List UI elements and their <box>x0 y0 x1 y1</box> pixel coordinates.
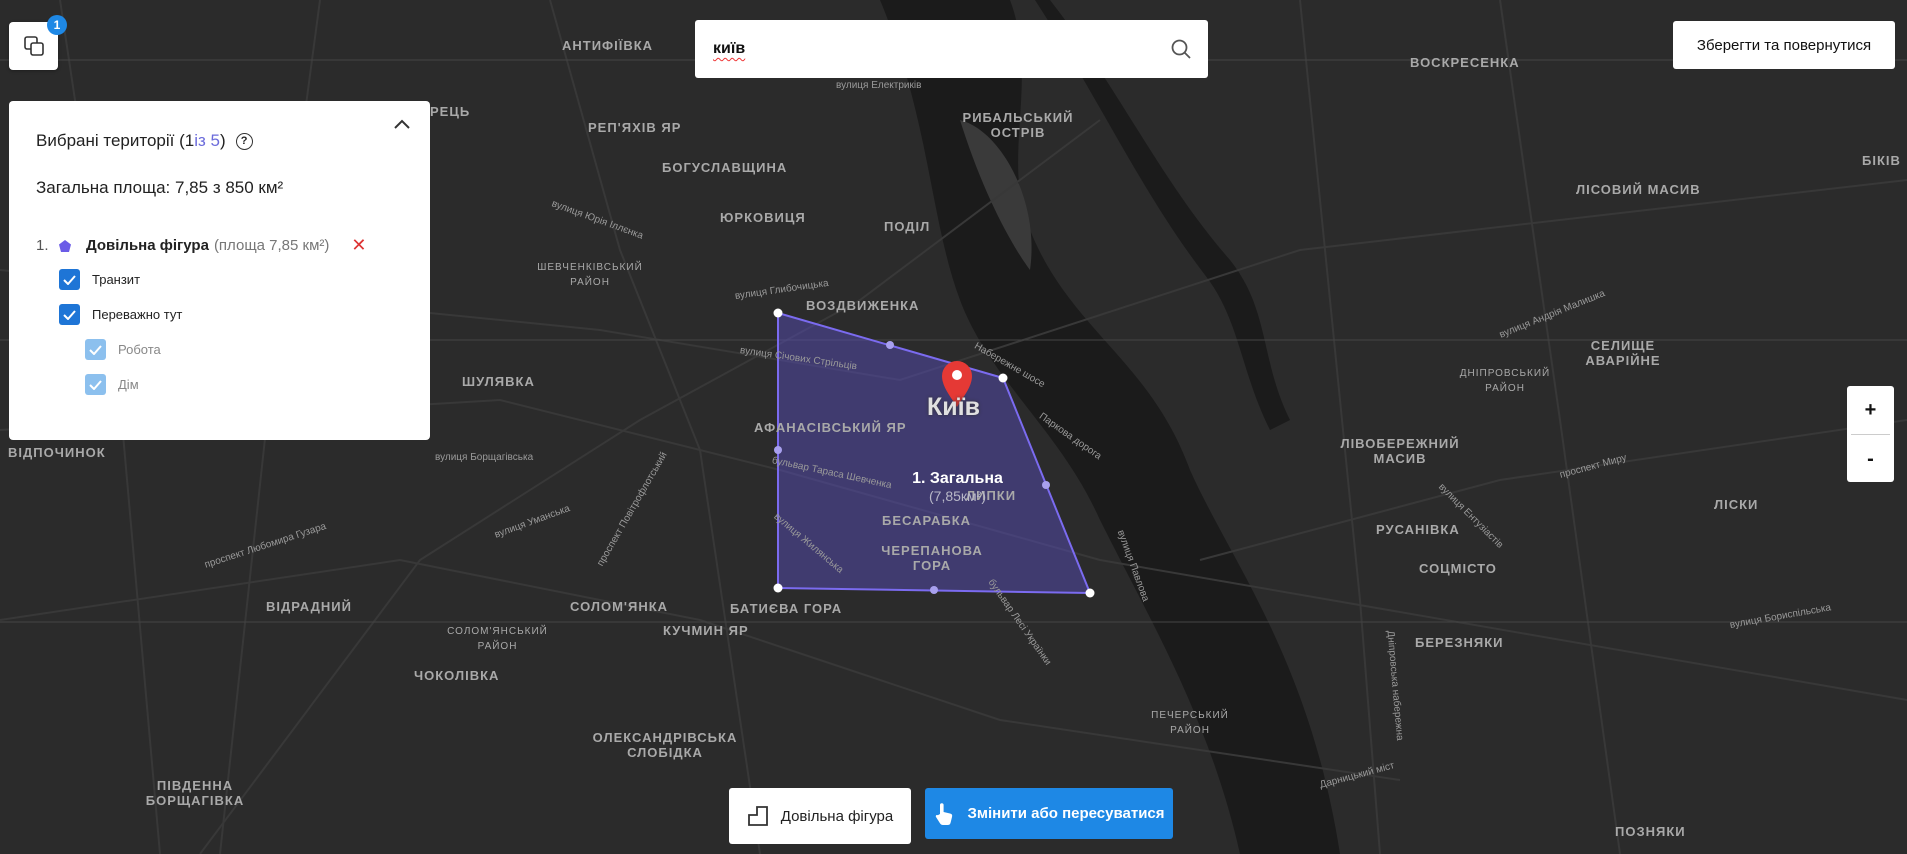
district-label: БЕРЕЗНЯКИ <box>1415 635 1504 650</box>
free-shape-button[interactable]: Довільна фігура <box>729 788 911 844</box>
territory-name: Довільна фігура <box>86 237 209 254</box>
district-label: ЛІСОВИЙ МАСИВ <box>1576 182 1701 197</box>
district-label: ДНІПРОВСЬКИЙ РАЙОН <box>1459 368 1551 394</box>
search-icon[interactable] <box>1170 38 1192 60</box>
district-label: БОГУСЛАВЩИНА <box>662 160 788 175</box>
city-label: Київ <box>927 393 981 421</box>
district-label: ШУЛЯВКА <box>462 374 535 389</box>
check-icon[interactable] <box>59 304 80 325</box>
district-label: СОЛОМ'ЯНСЬКИЙ РАЙОН <box>447 626 548 652</box>
district-label: СОЦМІСТО <box>1419 561 1497 576</box>
district-label: ПЕЧЕРСЬКИЙ РАЙОН <box>1151 710 1229 736</box>
layers-count-badge: 1 <box>47 15 67 35</box>
district-label: ШЕВЧЕНКІВСЬКИЙ РАЙОН <box>537 262 643 288</box>
district-label: СОЛОМ'ЯНКА <box>570 599 669 614</box>
district-label: ПОЗНЯКИ <box>1615 824 1686 839</box>
layers-icon <box>23 36 44 56</box>
checkbox-transit[interactable]: Транзит <box>59 269 140 290</box>
polygon-label: 1. Загальна (7,85км²) <box>900 470 1015 504</box>
territory-count: із 5 <box>194 131 220 150</box>
free-shape-label: Довільна фігура <box>780 807 894 825</box>
district-label: БІКІВ <box>1862 153 1901 168</box>
hand-pointer-icon <box>933 802 955 826</box>
checkbox-label: Дім <box>118 377 139 392</box>
district-label: СЕЛИЩЕ АВАРІЙНЕ <box>1585 338 1661 368</box>
district-label: ПІВДЕННА БОРЩАГІВКА <box>145 778 245 808</box>
district-label: ЛІВОБЕРЕЖНИЙ МАСИВ <box>1340 436 1460 466</box>
checkbox-label: Переважно тут <box>92 307 183 322</box>
district-label: БАТИЄВА ГОРА <box>730 601 843 616</box>
save-and-return-button[interactable]: Зберегти та повернутися <box>1673 21 1895 69</box>
district-label: БЕСАРАБКА <box>882 513 972 528</box>
check-icon <box>85 339 106 360</box>
district-label: ВІДРАДНИЙ <box>266 599 352 614</box>
checkbox-home: Дім <box>85 374 139 395</box>
zoom-out-button[interactable]: - <box>1847 435 1894 483</box>
remove-icon[interactable]: ✕ <box>351 235 366 256</box>
check-icon <box>85 374 106 395</box>
district-label: АФАНАСІВСЬКИЙ ЯР <box>754 420 907 435</box>
district-label: АНТИФІЇВКА <box>562 38 654 53</box>
search-field[interactable]: київ <box>695 20 1208 78</box>
district-label: ОЛЕКСАНДРІВСЬКА СЛОБІДКА <box>592 730 738 760</box>
chevron-up-icon[interactable] <box>392 115 412 135</box>
edit-move-label: Змінити або пересуватися <box>967 805 1165 822</box>
checkbox-mostly-here[interactable]: Переважно тут <box>59 304 182 325</box>
total-area: Загальна площа: 7,85 з 850 км² <box>36 178 284 197</box>
free-shape-icon <box>747 805 769 827</box>
district-label: РЕП'ЯХІВ ЯР <box>588 120 682 135</box>
search-input[interactable]: київ <box>713 40 1170 58</box>
zoom-control: + - <box>1847 386 1894 482</box>
district-label: РЕЦЬ <box>430 104 471 119</box>
district-label: ВОСКРЕСЕНКА <box>1410 55 1520 70</box>
checkbox-work: Робота <box>85 339 161 360</box>
territory-area: (площа 7,85 км²) <box>213 237 330 254</box>
selected-territories-panel: Вибрані території (1 із 5) ? Загальна пл… <box>9 101 430 440</box>
checkbox-label: Транзит <box>92 272 141 287</box>
checkbox-label: Робота <box>118 342 161 357</box>
district-label: КУЧМИН ЯР <box>663 623 749 638</box>
panel-title: Вибрані території (1 із 5) ? <box>36 131 253 151</box>
district-label: РУСАНІВКА <box>1376 522 1460 537</box>
street-label: вулиця Електриків <box>836 80 922 91</box>
district-label: ЮРКОВИЦЯ <box>720 210 806 225</box>
district-label: ЧЕРЕПАНОВА ГОРА <box>881 543 983 573</box>
street-label: вулиця Борщагівська <box>435 452 534 463</box>
zoom-in-button[interactable]: + <box>1847 386 1894 434</box>
district-label: ЧОКОЛІВКА <box>414 668 500 683</box>
district-label: ВІДПОЧИНОК <box>8 445 106 460</box>
pentagon-icon <box>59 239 71 252</box>
territory-number: 1. <box>36 237 49 254</box>
polygon-area: (7,85км²) <box>929 488 986 504</box>
help-icon[interactable]: ? <box>235 132 253 150</box>
edit-move-button[interactable]: Змінити або пересуватися <box>925 788 1173 839</box>
district-label: ПОДІЛ <box>884 219 931 234</box>
polygon-title: 1. Загальна <box>912 470 1003 487</box>
district-label: ЛІСКИ <box>1714 497 1759 512</box>
territory-item: 1. Довільна фігура (площа 7,85 км²) ✕ <box>36 235 367 256</box>
check-icon[interactable] <box>59 269 80 290</box>
district-label: ВОЗДВИЖЕНКА <box>806 298 920 313</box>
district-label: РИБАЛЬСЬКИЙ ОСТРІВ <box>962 110 1074 140</box>
